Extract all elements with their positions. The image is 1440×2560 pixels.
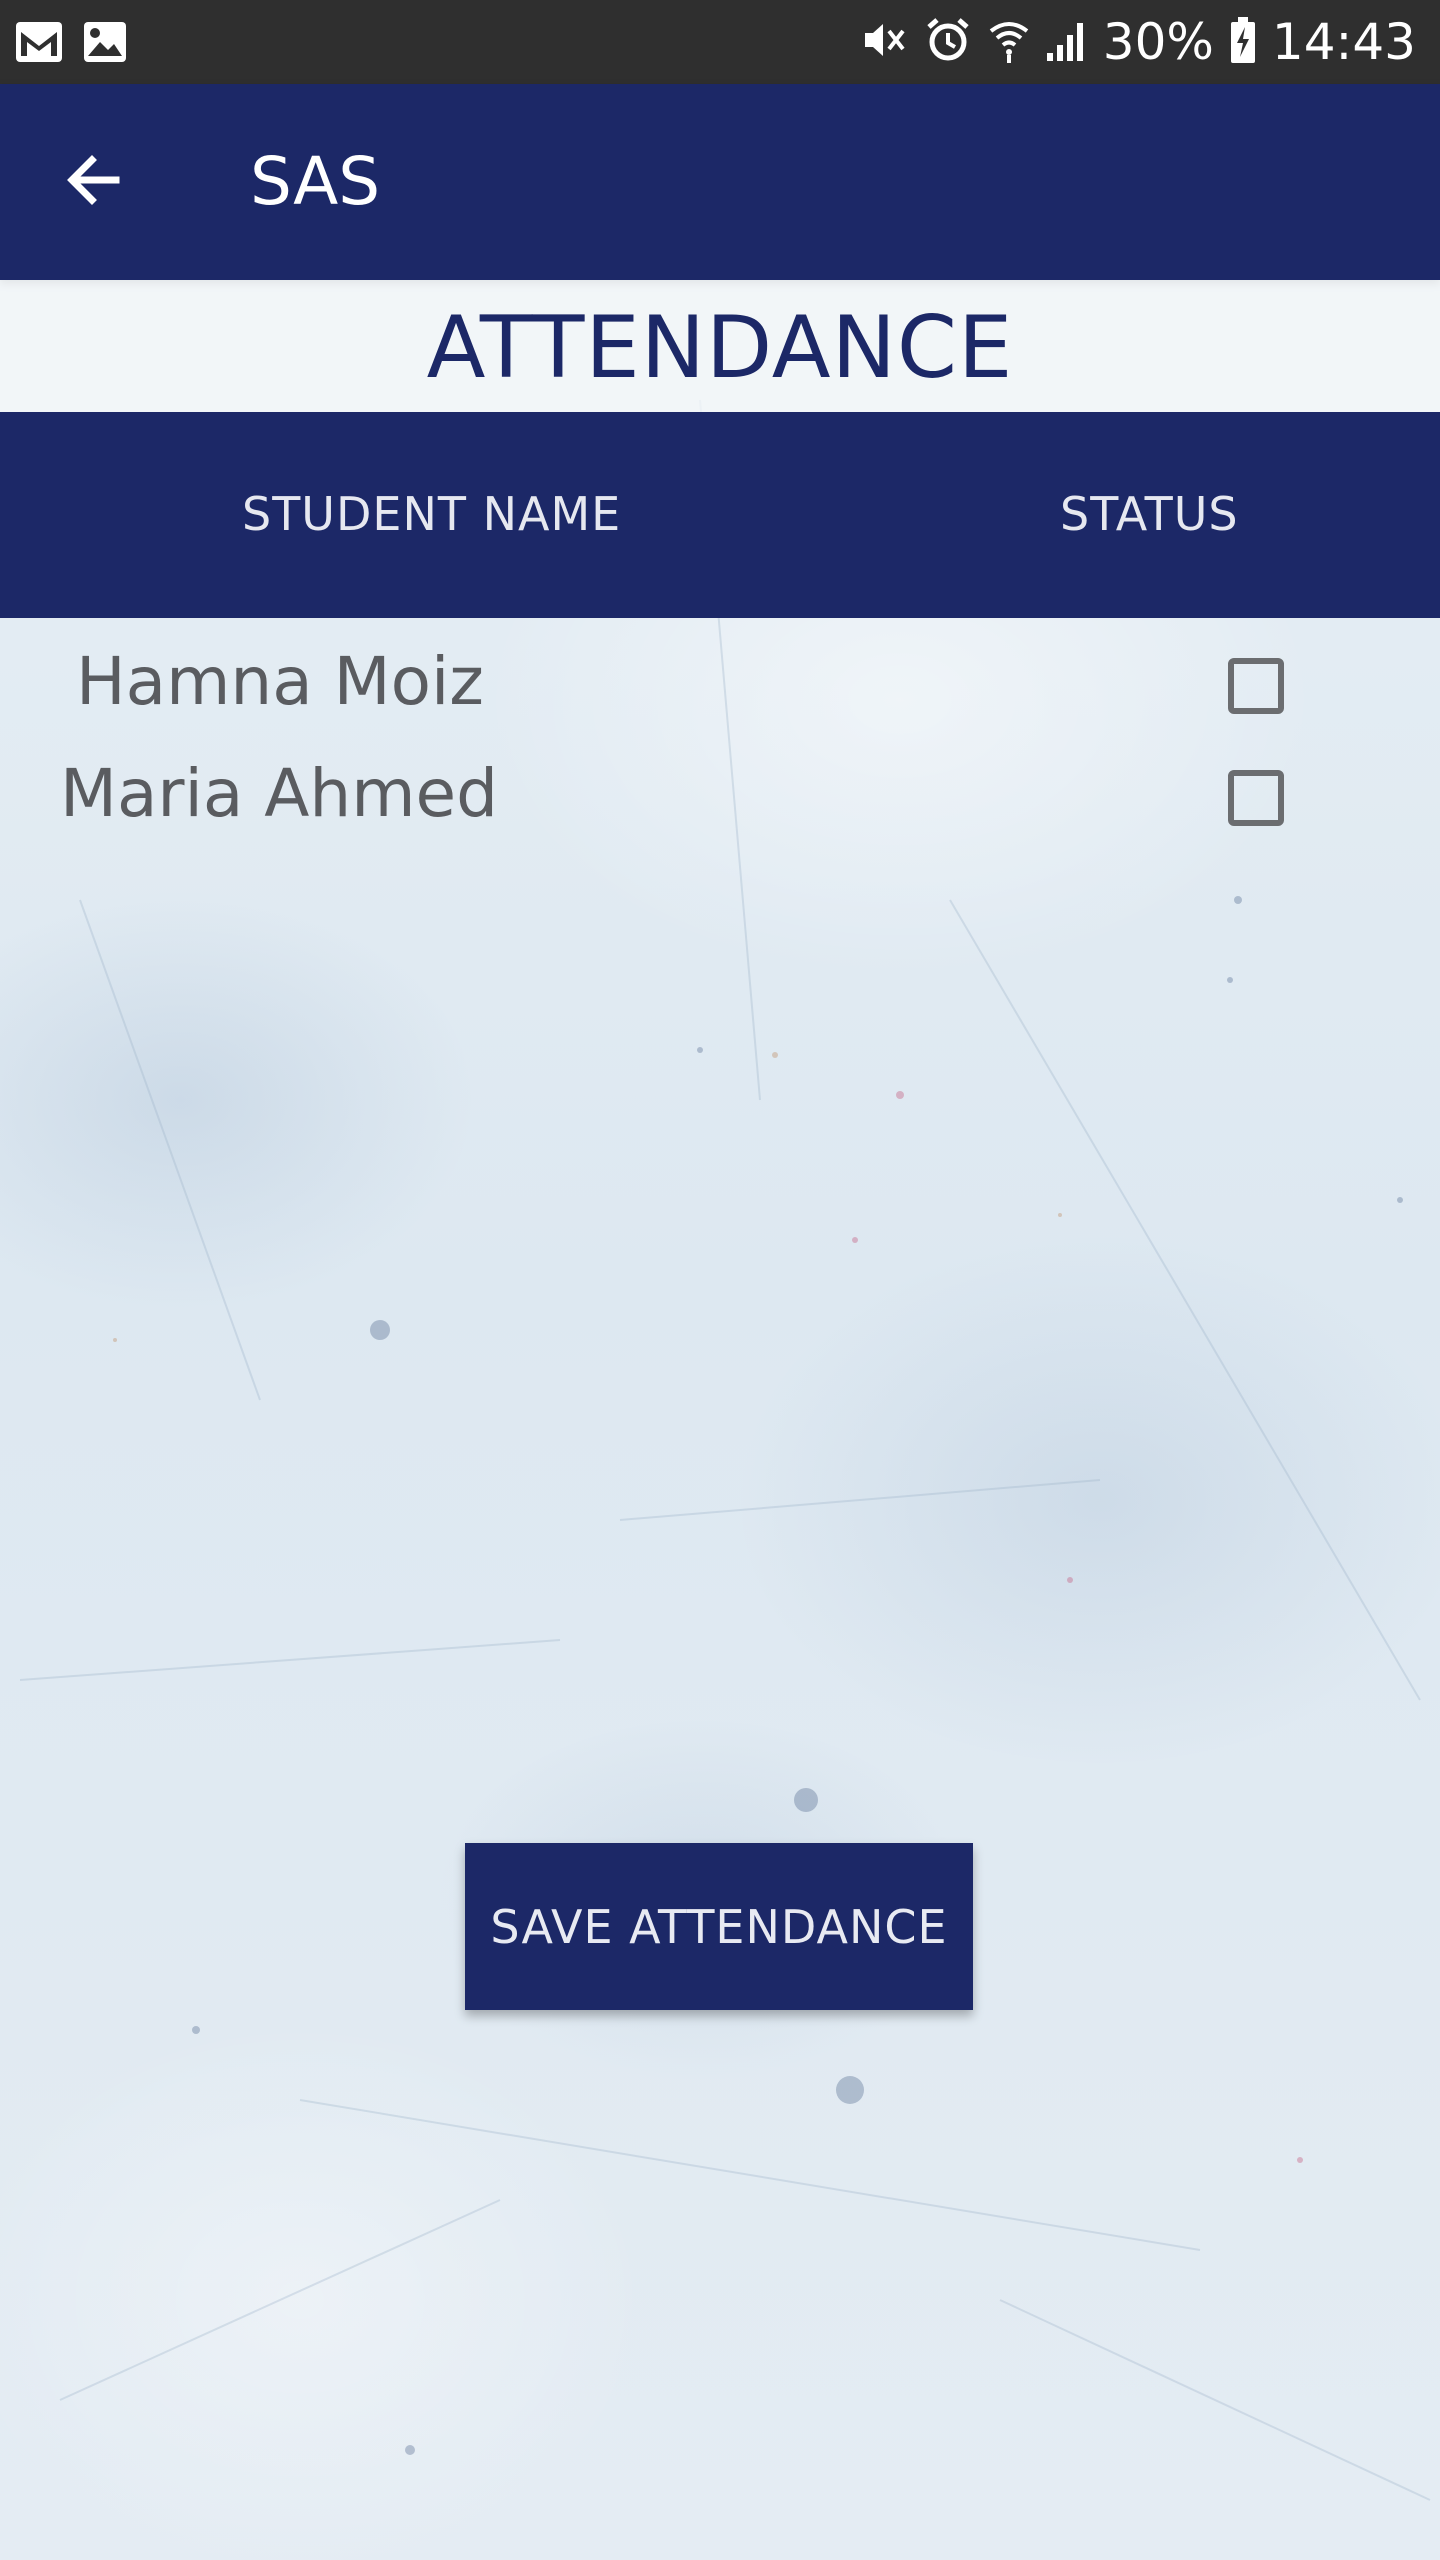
image-icon (82, 18, 128, 70)
page-heading: ATTENDANCE (426, 298, 1014, 398)
list-item: Hamna Moiz (0, 630, 1440, 740)
app-bar: SAS (0, 84, 1440, 280)
column-status: STATUS (1060, 487, 1239, 541)
column-student-name: STUDENT NAME (242, 487, 622, 541)
battery-charging-icon (1228, 15, 1258, 69)
list-item: Maria Ahmed (0, 742, 1440, 852)
table-header: STUDENT NAME STATUS (0, 412, 1440, 618)
arrow-back-icon (62, 148, 126, 216)
heading-section: ATTENDANCE (0, 280, 1440, 412)
status-bar: 30% 14:43 (0, 0, 1440, 84)
attendance-checkbox[interactable] (1228, 770, 1284, 826)
alarm-icon (923, 15, 973, 69)
save-attendance-button[interactable]: SAVE ATTENDANCE (465, 1843, 973, 2010)
app-title: SAS (250, 143, 381, 220)
status-right-icons: 30% 14:43 (859, 10, 1416, 74)
wifi-icon (987, 15, 1031, 69)
back-button[interactable] (54, 142, 134, 222)
mute-icon (859, 15, 909, 69)
save-attendance-label: SAVE ATTENDANCE (490, 1899, 948, 1954)
gmail-icon (14, 18, 64, 70)
battery-percentage: 30% (1102, 13, 1214, 71)
attendance-checkbox[interactable] (1228, 658, 1284, 714)
signal-icon (1045, 15, 1089, 69)
student-name: Maria Ahmed (60, 755, 499, 832)
clock: 14:43 (1271, 13, 1416, 71)
status-left-icons (14, 18, 128, 70)
student-name: Hamna Moiz (76, 643, 484, 720)
